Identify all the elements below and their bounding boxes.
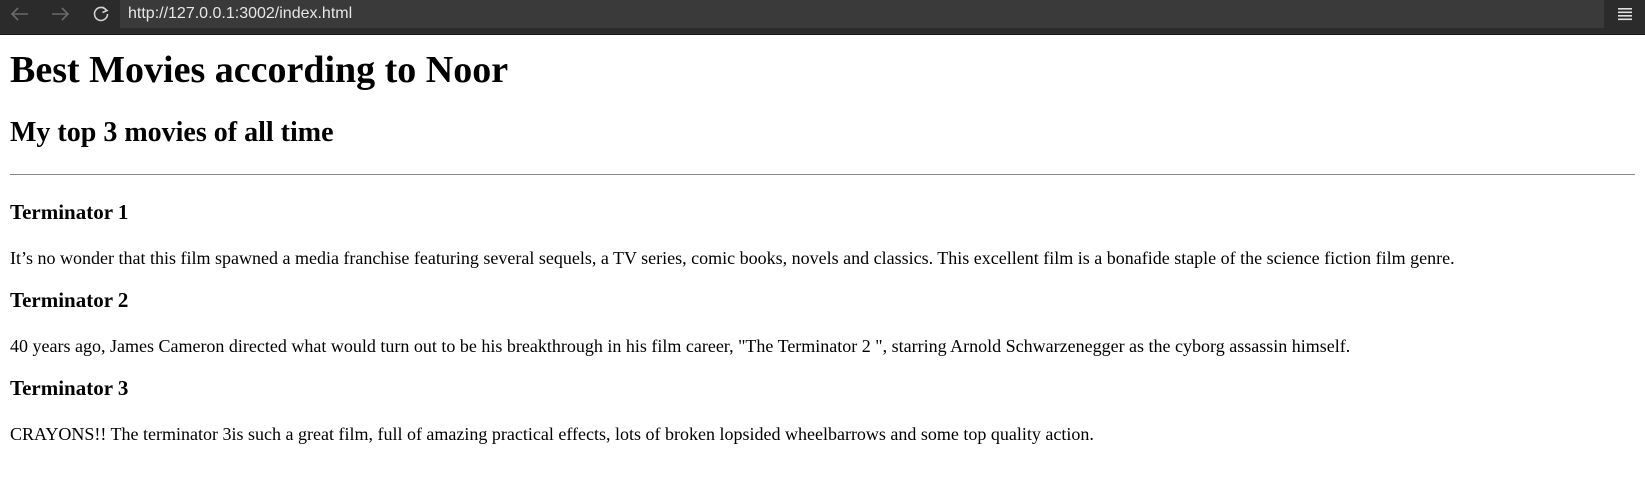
movie-description: CRAYONS!! The terminator 3is such a grea… <box>10 424 1094 444</box>
movie-title: Terminator 2 <box>10 288 129 312</box>
back-arrow-icon <box>11 7 28 21</box>
page-content: Best Movies according to Noor My top 3 m… <box>0 35 1645 477</box>
reload-button[interactable] <box>87 0 115 28</box>
address-bar[interactable]: http://127.0.0.1:3002/index.html <box>120 0 1604 28</box>
forward-button[interactable] <box>46 0 74 28</box>
menu-button[interactable] <box>1605 0 1645 28</box>
movie-description: It’s no wonder that this film spawned a … <box>10 248 1455 268</box>
movie-title: Terminator 1 <box>10 200 129 224</box>
hamburger-menu-icon <box>1618 8 1632 21</box>
browser-toolbar: http://127.0.0.1:3002/index.html <box>0 0 1645 35</box>
back-button[interactable] <box>6 0 34 28</box>
movie-title: Terminator 3 <box>10 376 129 400</box>
divider <box>10 174 1635 175</box>
forward-arrow-icon <box>52 7 69 21</box>
url-text: http://127.0.0.1:3002/index.html <box>128 5 353 22</box>
page-subtitle: My top 3 movies of all time <box>10 117 334 148</box>
movie-description: 40 years ago, James Cameron directed wha… <box>10 336 1351 356</box>
reload-icon <box>93 6 109 22</box>
page-title: Best Movies according to Noor <box>10 49 509 91</box>
